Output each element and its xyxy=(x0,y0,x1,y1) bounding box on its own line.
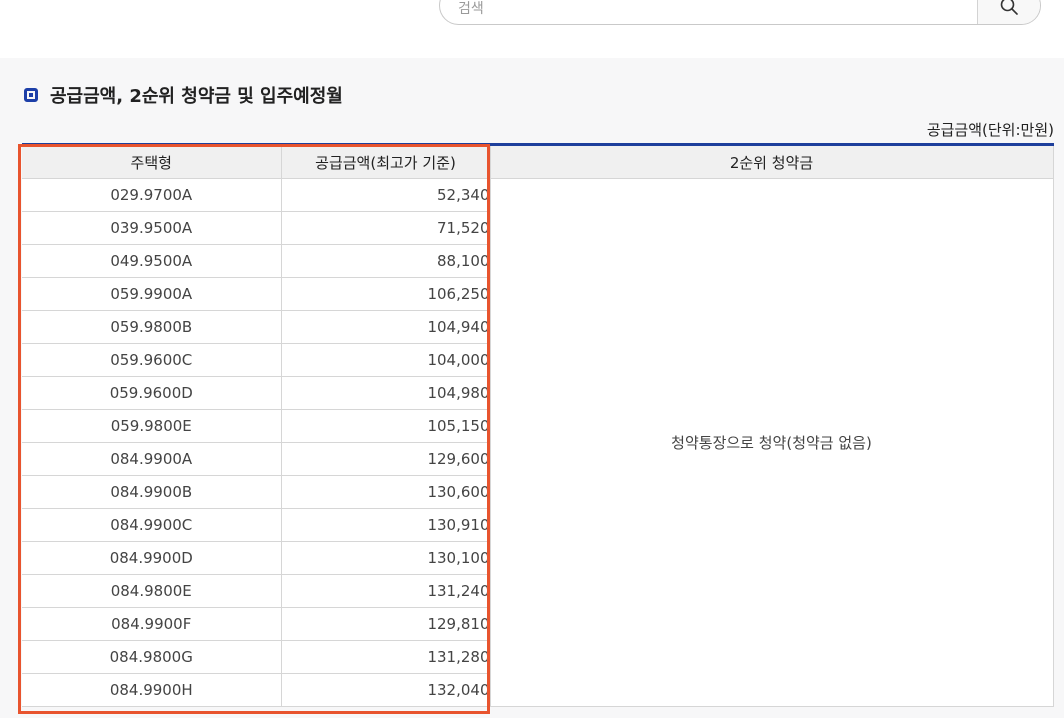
square-bullet-icon xyxy=(24,88,38,102)
house-type-cell: 084.9900H xyxy=(22,673,282,707)
house-type-cell: 059.9800E xyxy=(22,409,282,443)
house-type-cell: 084.9900D xyxy=(22,541,282,575)
search-icon xyxy=(1000,0,1018,15)
unit-note: 공급금액(단위:만원) xyxy=(926,121,1054,139)
supply-price-cell: 104,000 xyxy=(281,343,491,377)
supply-price-cell: 106,250 xyxy=(281,277,491,311)
supply-price-cell: 52,340 xyxy=(281,178,491,212)
supply-price-cell: 130,600 xyxy=(281,475,491,509)
supply-price-cell: 104,940 xyxy=(281,310,491,344)
house-type-cell: 029.9700A xyxy=(22,178,282,212)
header-house-type: 주택형 xyxy=(22,144,282,179)
supply-price-cell: 105,150 xyxy=(281,409,491,443)
house-type-cell: 084.9900A xyxy=(22,442,282,476)
house-type-cell: 084.9900B xyxy=(22,475,282,509)
search-box xyxy=(439,0,1041,25)
section-title: 공급금액, 2순위 청약금 및 입주예정월 xyxy=(50,86,343,107)
search-input[interactable] xyxy=(456,0,960,21)
top-bar xyxy=(0,0,1064,58)
house-type-cell: 049.9500A xyxy=(22,244,282,278)
supply-price-cell: 130,910 xyxy=(281,508,491,542)
house-type-cell: 084.9800E xyxy=(22,574,282,608)
house-type-cell: 039.9500A xyxy=(22,211,282,245)
supply-price-cell: 104,980 xyxy=(281,376,491,410)
house-type-cell: 059.9600C xyxy=(22,343,282,377)
table-row: 029.9700A 52,340 청약통장으로 청약(청약금 없음) xyxy=(22,178,1054,707)
supply-price-table: 주택형 공급금액(최고가 기준) 2순위 청약금 029.9700A 52,340… xyxy=(22,143,1054,707)
house-type-cell: 059.9900A xyxy=(22,277,282,311)
section-heading: 공급금액, 2순위 청약금 및 입주예정월 xyxy=(24,83,343,107)
supply-price-cell: 132,040 xyxy=(281,673,491,707)
header-subscription-deposit: 2순위 청약금 xyxy=(490,144,1054,179)
house-type-cell: 084.9900C xyxy=(22,508,282,542)
house-type-cell: 084.9800G xyxy=(22,640,282,674)
header-supply-price: 공급금액(최고가 기준) xyxy=(281,144,491,179)
supply-price-cell: 129,810 xyxy=(281,607,491,641)
supply-price-cell: 71,520 xyxy=(281,211,491,245)
supply-price-cell: 129,600 xyxy=(281,442,491,476)
subscription-deposit-cell: 청약통장으로 청약(청약금 없음) xyxy=(490,178,1054,707)
house-type-cell: 059.9600D xyxy=(22,376,282,410)
supply-price-cell: 130,100 xyxy=(281,541,491,575)
house-type-cell: 084.9900F xyxy=(22,607,282,641)
supply-price-cell: 131,240 xyxy=(281,574,491,608)
supply-price-cell: 88,100 xyxy=(281,244,491,278)
table-header-row: 주택형 공급금액(최고가 기준) 2순위 청약금 xyxy=(22,144,1054,179)
supply-price-cell: 131,280 xyxy=(281,640,491,674)
house-type-cell: 059.9800B xyxy=(22,310,282,344)
search-button[interactable] xyxy=(977,0,1040,24)
